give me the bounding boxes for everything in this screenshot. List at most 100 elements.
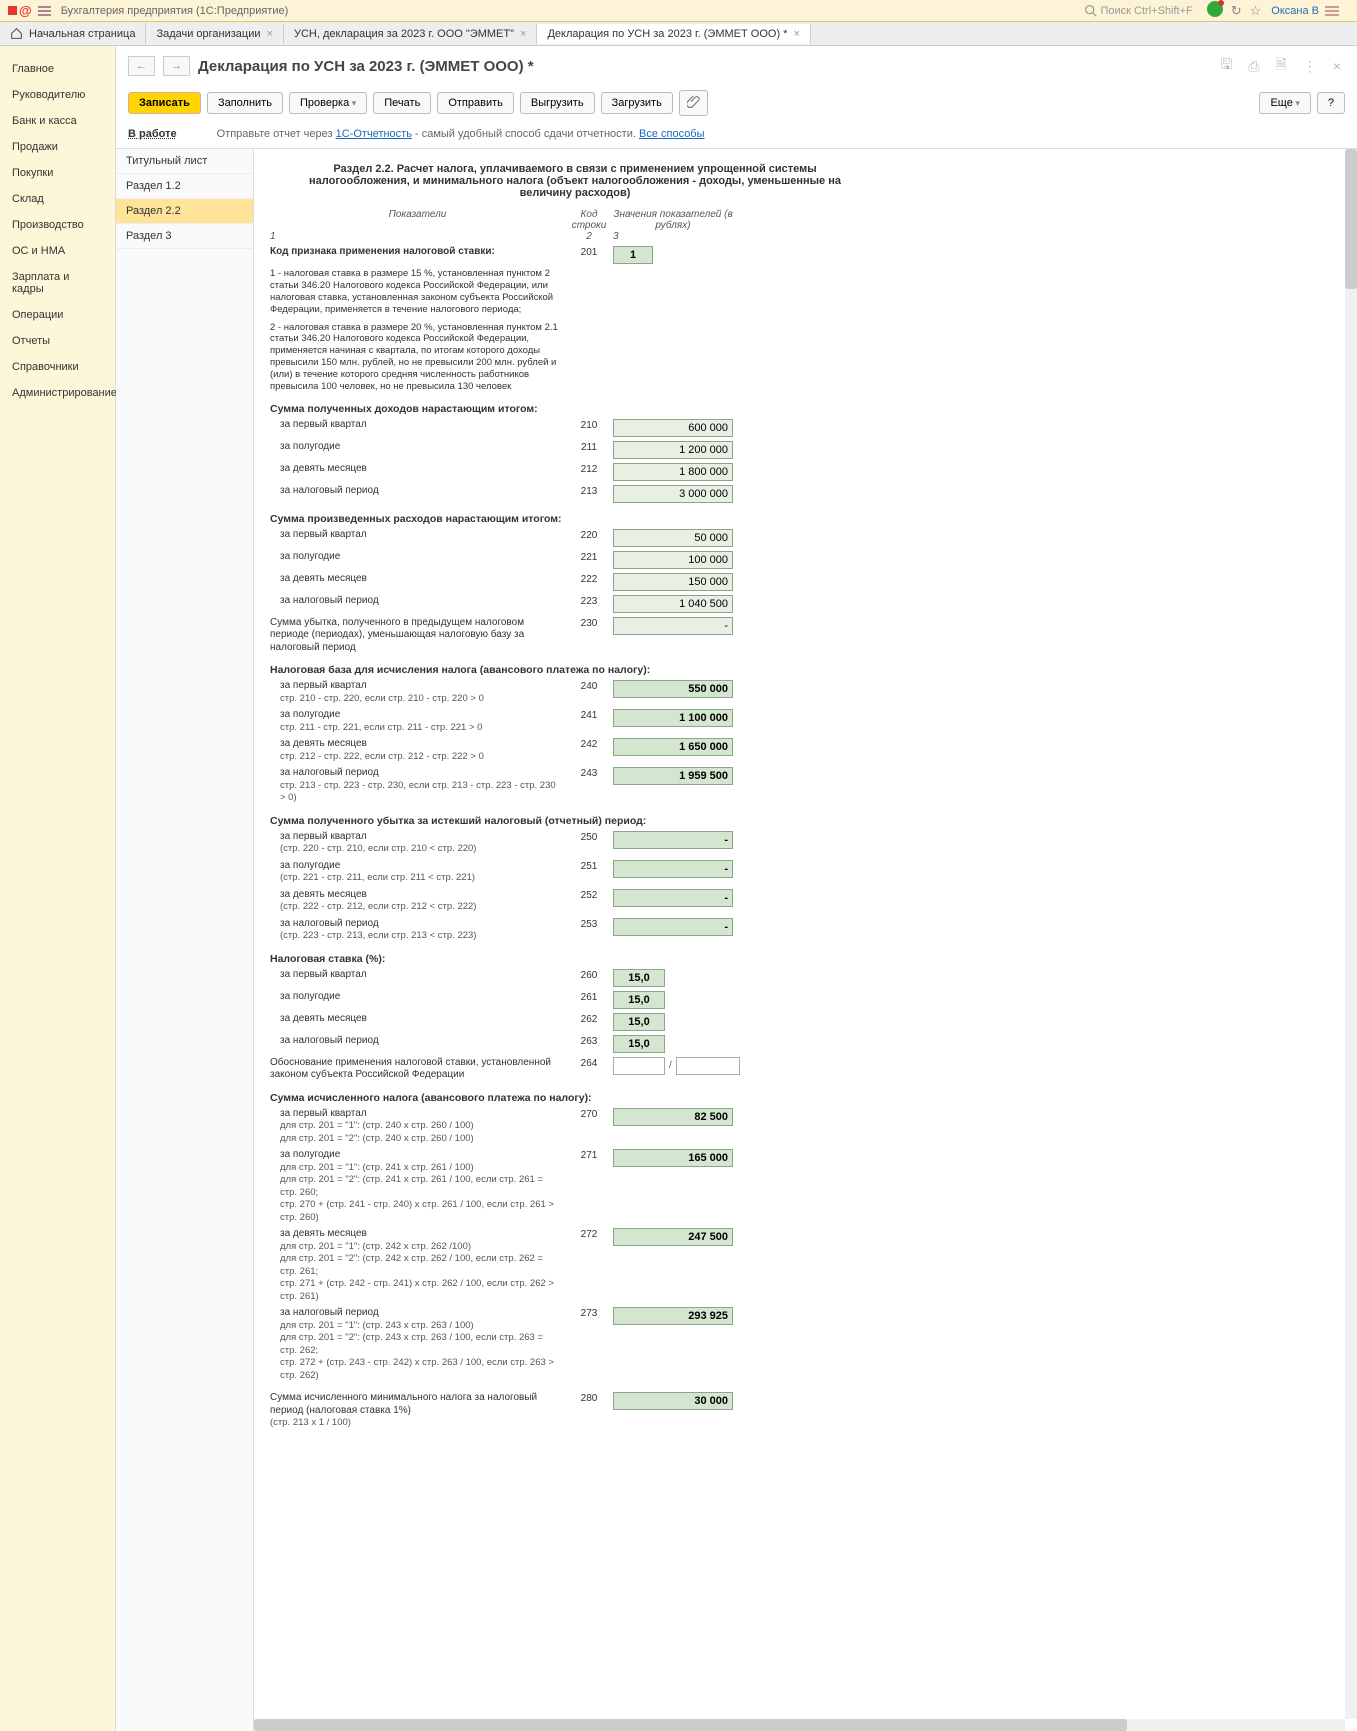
sidebar-item[interactable]: Главное	[0, 56, 115, 82]
sidebar-item[interactable]: Покупки	[0, 160, 115, 186]
input-230[interactable]	[613, 617, 733, 635]
sidebar-item[interactable]: Продажи	[0, 134, 115, 160]
tab-declaration-active[interactable]: Декларация по УСН за 2023 г. (ЭММЕТ ООО)…	[537, 24, 810, 44]
link-1c-report[interactable]: 1С-Отчетность	[336, 128, 412, 140]
username[interactable]: Оксана В	[1271, 5, 1319, 17]
link-all-ways[interactable]: Все способы	[639, 128, 705, 140]
main-menu-icon[interactable]	[38, 6, 51, 16]
scrollbar-vertical[interactable]	[1345, 149, 1357, 1719]
note-201-1: 1 - налоговая ставка в размере 15 %, уст…	[270, 268, 560, 316]
export-button[interactable]: Выгрузить	[520, 92, 595, 114]
input-272[interactable]	[613, 1228, 733, 1246]
sidebar-item[interactable]: Отчеты	[0, 328, 115, 354]
input-240[interactable]	[613, 680, 733, 698]
forward-button[interactable]: →	[163, 56, 190, 76]
close-icon[interactable]: ×	[793, 28, 799, 40]
input-271[interactable]	[613, 1149, 733, 1167]
input-270[interactable]	[613, 1108, 733, 1126]
section-title-page[interactable]: Титульный лист	[116, 149, 253, 174]
input-273[interactable]	[613, 1307, 733, 1325]
main-sidebar: Главное Руководителю Банк и касса Продаж…	[0, 46, 116, 1731]
save-disk-icon[interactable]: 🖫	[1220, 54, 1232, 78]
input-221[interactable]	[613, 551, 733, 569]
input-260[interactable]	[613, 969, 665, 987]
input-280[interactable]	[613, 1392, 733, 1410]
input-264a[interactable]	[613, 1057, 665, 1075]
input-211[interactable]	[613, 441, 733, 459]
group-tax: Сумма исчисленного налога (авансового пл…	[270, 1092, 730, 1104]
form-area: Раздел 2.2. Расчет налога, уплачиваемого…	[254, 149, 1357, 1731]
app-title: Бухгалтерия предприятия (1С:Предприятие)	[61, 5, 289, 17]
input-201[interactable]	[613, 246, 653, 264]
input-243[interactable]	[613, 767, 733, 785]
history-icon[interactable]: ↻	[1231, 3, 1242, 19]
back-button[interactable]: ←	[128, 56, 155, 76]
tab-tasks[interactable]: Задачи организации ×	[146, 24, 284, 44]
section-3[interactable]: Раздел 3	[116, 224, 253, 249]
sidebar-item[interactable]: Администрирование	[0, 380, 115, 406]
section-title: Раздел 2.2. Расчет налога, уплачиваемого…	[270, 159, 880, 203]
group-income: Сумма полученных доходов нарастающим ито…	[270, 403, 730, 415]
tab-home[interactable]: Начальная страница	[0, 23, 146, 44]
sidebar-item[interactable]: Справочники	[0, 354, 115, 380]
send-button[interactable]: Отправить	[437, 92, 514, 114]
note-201-2: 2 - налоговая ставка в размере 20 %, уст…	[270, 322, 560, 393]
more-button[interactable]: Еще	[1259, 92, 1310, 114]
close-icon[interactable]: ×	[267, 28, 273, 40]
sidebar-item[interactable]: Зарплата и кадры	[0, 264, 115, 302]
print-button[interactable]: Печать	[373, 92, 431, 114]
group-expense: Сумма произведенных расходов нарастающим…	[270, 513, 730, 525]
input-213[interactable]	[613, 485, 733, 503]
attach-icon[interactable]	[679, 90, 708, 116]
preview-icon[interactable]: 🗎	[1276, 54, 1287, 78]
sidebar-item[interactable]: Руководителю	[0, 82, 115, 108]
input-210[interactable]	[613, 419, 733, 437]
input-212[interactable]	[613, 463, 733, 481]
group-loss: Сумма полученного убытка за истекший нал…	[270, 815, 730, 827]
page-title: Декларация по УСН за 2023 г. (ЭММЕТ ООО)…	[198, 58, 534, 75]
input-241[interactable]	[613, 709, 733, 727]
scrollbar-horizontal[interactable]	[254, 1719, 1345, 1731]
section-nav: Титульный лист Раздел 1.2 Раздел 2.2 Раз…	[116, 149, 254, 1731]
window-menu-icon[interactable]	[1325, 6, 1339, 16]
help-button[interactable]: ?	[1317, 92, 1345, 114]
input-222[interactable]	[613, 573, 733, 591]
sidebar-item[interactable]: Производство	[0, 212, 115, 238]
status-text: Отправьте отчет через 1С-Отчетность - са…	[217, 128, 705, 140]
global-search[interactable]: Поиск Ctrl+Shift+F	[1084, 4, 1193, 17]
input-223[interactable]	[613, 595, 733, 613]
input-263[interactable]	[613, 1035, 665, 1053]
sidebar-item[interactable]: ОС и НМА	[0, 238, 115, 264]
input-242[interactable]	[613, 738, 733, 756]
group-base: Налоговая база для исчисления налога (ав…	[270, 664, 730, 676]
close-icon[interactable]: ×	[520, 28, 526, 40]
input-261[interactable]	[613, 991, 665, 1009]
section-2-2[interactable]: Раздел 2.2	[116, 199, 253, 224]
sidebar-item[interactable]: Операции	[0, 302, 115, 328]
more-icon[interactable]: ⋮	[1303, 58, 1317, 75]
favorite-icon[interactable]: ☆	[1250, 3, 1262, 19]
home-icon	[10, 27, 23, 40]
status-link[interactable]: В работе	[128, 128, 177, 140]
import-button[interactable]: Загрузить	[601, 92, 673, 114]
input-250[interactable]	[613, 831, 733, 849]
input-220[interactable]	[613, 529, 733, 547]
logo-1c: @	[8, 3, 32, 18]
save-button[interactable]: Записать	[128, 92, 201, 114]
tab-usn-decl[interactable]: УСН, декларация за 2023 г. ООО "ЭММЕТ" ×	[284, 24, 537, 44]
search-icon	[1084, 4, 1097, 17]
input-262[interactable]	[613, 1013, 665, 1031]
input-252[interactable]	[613, 889, 733, 907]
input-253[interactable]	[613, 918, 733, 936]
close-page-icon[interactable]: ×	[1333, 58, 1341, 74]
print-icon[interactable]: ⎙	[1248, 58, 1259, 75]
input-264b[interactable]	[676, 1057, 740, 1075]
check-button[interactable]: Проверка	[289, 92, 367, 114]
group-rate: Налоговая ставка (%):	[270, 953, 730, 965]
notification-icon[interactable]	[1207, 1, 1223, 20]
input-251[interactable]	[613, 860, 733, 878]
fill-button[interactable]: Заполнить	[207, 92, 283, 114]
sidebar-item[interactable]: Банк и касса	[0, 108, 115, 134]
sidebar-item[interactable]: Склад	[0, 186, 115, 212]
section-1-2[interactable]: Раздел 1.2	[116, 174, 253, 199]
